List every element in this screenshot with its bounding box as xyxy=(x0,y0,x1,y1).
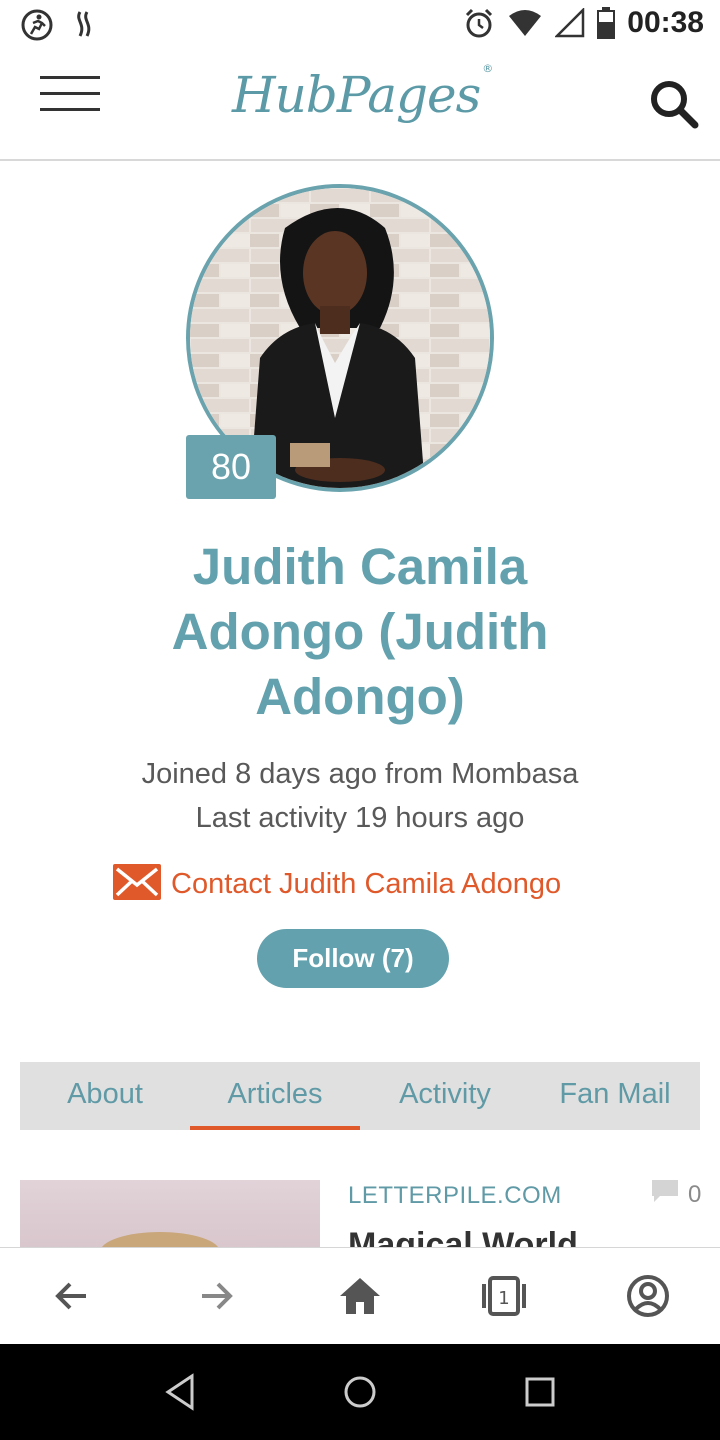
status-bar: 00:38 xyxy=(0,0,720,50)
app-header: HubPages ® xyxy=(0,50,720,161)
tab-count: 1 xyxy=(498,1288,509,1309)
hubpages-logo[interactable]: HubPages ® xyxy=(232,62,493,124)
account-icon[interactable] xyxy=(624,1272,672,1320)
back-arrow-icon[interactable] xyxy=(48,1272,96,1320)
last-activity-text: Last activity 19 hours ago xyxy=(195,802,525,834)
joined-text: Joined 8 days ago from Mombasa xyxy=(141,758,579,790)
contact-label: Contact Judith Camila Adongo xyxy=(171,868,562,900)
logo-text: HubPages xyxy=(232,66,481,124)
follow-button[interactable]: Follow (7) xyxy=(257,929,449,988)
comment-count: 0 xyxy=(652,1180,701,1209)
tab-fan-mail[interactable]: Fan Mail xyxy=(530,1062,700,1130)
hamburger-menu-icon[interactable] xyxy=(40,76,100,112)
battery-icon xyxy=(597,7,616,39)
profile-tabs: About Articles Activity Fan Mail xyxy=(20,1062,700,1130)
system-nav-bar xyxy=(0,1344,720,1440)
alarm-icon xyxy=(463,7,495,39)
tab-about[interactable]: About xyxy=(20,1062,190,1130)
forward-arrow-icon[interactable] xyxy=(192,1272,240,1320)
tab-activity[interactable]: Activity xyxy=(360,1062,530,1130)
browser-toolbar: 1 xyxy=(0,1247,720,1344)
nav-home-icon[interactable] xyxy=(338,1370,382,1414)
mail-icon xyxy=(113,864,161,905)
hubscore-badge: 80 xyxy=(186,435,276,499)
flame-app-icon xyxy=(72,8,98,42)
article-source[interactable]: LETTERPILE.COM xyxy=(348,1182,562,1210)
contact-link[interactable]: Contact Judith Camila Adongo xyxy=(113,864,561,905)
comment-count-value: 0 xyxy=(688,1180,702,1208)
home-icon[interactable] xyxy=(336,1272,384,1320)
search-icon[interactable] xyxy=(648,78,700,130)
article-thumbnail[interactable] xyxy=(20,1180,320,1250)
wifi-icon xyxy=(507,8,543,38)
clock-time: 00:38 xyxy=(627,6,704,39)
profile-meta: Joined 8 days ago from Mombasa Last acti… xyxy=(0,752,720,840)
article-title[interactable]: Magical World xyxy=(348,1226,578,1248)
tab-articles[interactable]: Articles xyxy=(190,1062,360,1130)
tabs-icon[interactable]: 1 xyxy=(480,1272,528,1320)
signal-icon xyxy=(555,8,585,38)
profile-name: Judith Camila Adongo (Judith Adongo) xyxy=(171,538,549,725)
nav-back-icon[interactable] xyxy=(158,1370,202,1414)
comment-icon xyxy=(652,1180,678,1209)
running-app-icon xyxy=(20,8,54,42)
nav-recents-icon[interactable] xyxy=(518,1370,562,1414)
registered-mark: ® xyxy=(482,62,493,76)
